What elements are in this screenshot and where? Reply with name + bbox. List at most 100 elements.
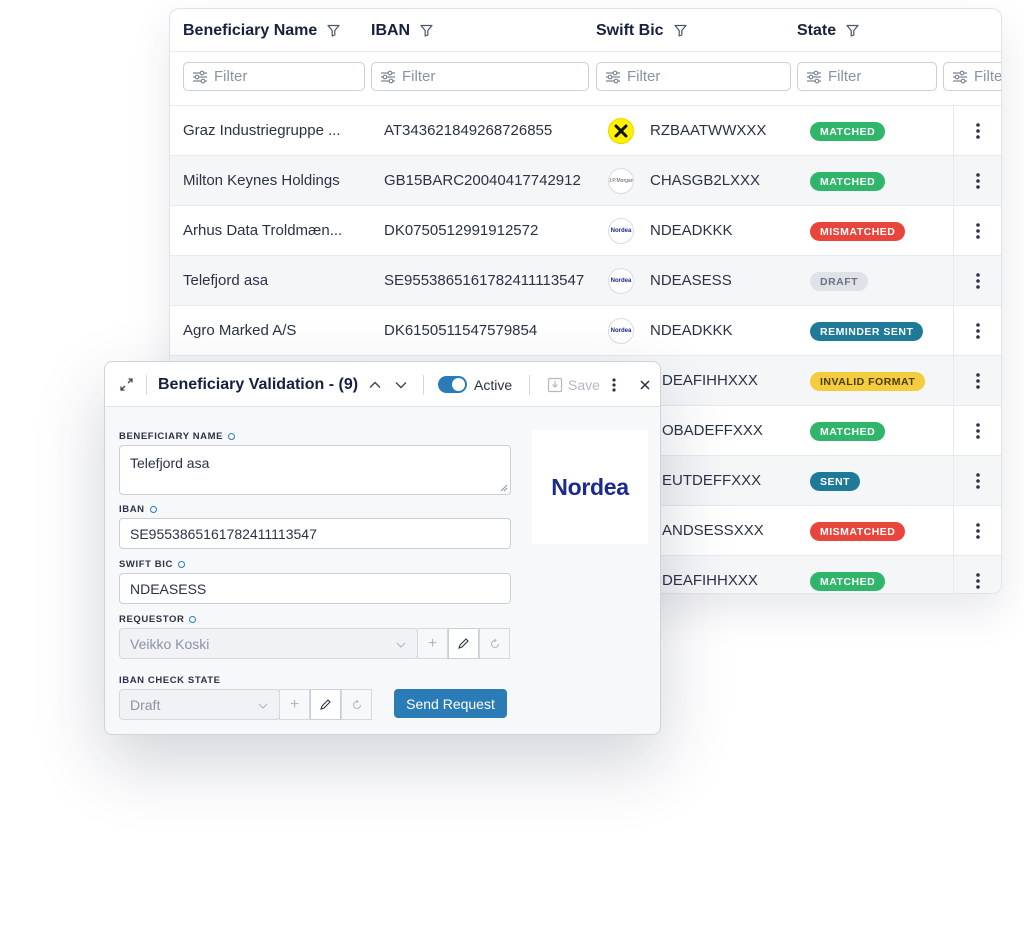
more-vertical-icon[interactable] — [975, 122, 981, 140]
row-actions-menu[interactable] — [953, 456, 1001, 505]
table-row[interactable]: Graz Industriegruppe ... AT34362184926872… — [170, 106, 1001, 156]
grid-filter-row: Filter Filter Filter Filter Filte — [170, 52, 1001, 106]
filter-funnel-icon[interactable] — [327, 24, 340, 37]
bank-logo-text: J.P.Morgan — [608, 178, 634, 184]
more-vertical-icon[interactable] — [975, 272, 981, 290]
iban-cell: SE9553865161782411113547 — [384, 272, 585, 289]
column-header-beneficiary-name[interactable]: Beneficiary Name — [183, 9, 340, 52]
bank-logo-panel: Nordea — [532, 430, 648, 544]
table-row[interactable]: Milton Keynes Holdings GB15BARC2004041774… — [170, 156, 1001, 206]
requestor-reset-button[interactable] — [479, 628, 510, 659]
requestor-label: REQUESTOR — [119, 614, 197, 625]
swift-bic-cell: NDEADKKK — [650, 222, 733, 239]
more-vertical-icon[interactable] — [975, 172, 981, 190]
more-vertical-icon[interactable] — [975, 422, 981, 440]
sliders-icon — [192, 70, 208, 84]
active-toggle[interactable] — [438, 362, 467, 407]
filter-funnel-icon[interactable] — [673, 24, 687, 37]
row-actions-menu[interactable] — [953, 156, 1001, 205]
status-badge: MISMATCHED — [810, 522, 906, 541]
filter-input-state[interactable]: Filter — [797, 62, 937, 91]
iban-cell: DK6150511547579854 — [384, 322, 538, 339]
requestor-add-button[interactable]: + — [417, 628, 448, 659]
more-vertical-icon[interactable] — [975, 222, 981, 240]
nordea-logo: Nordea — [608, 218, 634, 244]
sliders-icon — [605, 70, 621, 84]
requestor-select[interactable]: Veikko Koski — [119, 628, 418, 659]
expand-icon[interactable] — [119, 362, 134, 407]
iban-input[interactable]: SE9553865161782411113547 — [119, 518, 511, 549]
refresh-icon — [352, 699, 361, 709]
filter-input-swift-bic[interactable]: Filter — [596, 62, 791, 91]
chevron-down-icon[interactable] — [393, 362, 409, 407]
beneficiary-name-cell: Graz Industriegruppe ... — [183, 122, 341, 139]
chevron-up-icon[interactable] — [367, 362, 383, 407]
status-badge: REMINDER SENT — [810, 322, 924, 341]
required-indicator — [189, 616, 197, 623]
table-row[interactable]: Telefjord asa SE9553865161782411113547 Nor… — [170, 256, 1001, 306]
state-reset-button[interactable] — [341, 689, 372, 720]
save-button[interactable]: Save — [547, 362, 600, 407]
row-actions-menu[interactable] — [953, 106, 1001, 155]
send-request-button[interactable]: Send Request — [394, 689, 507, 718]
status-badge: MATCHED — [810, 422, 886, 441]
more-vertical-icon[interactable] — [975, 372, 981, 390]
more-vertical-icon[interactable] — [975, 522, 981, 540]
column-header-state[interactable]: State — [797, 9, 859, 52]
status-badge: DRAFT — [810, 272, 869, 291]
filter-input-extra[interactable]: Filte — [943, 62, 1001, 91]
sliders-icon — [806, 70, 822, 84]
pencil-icon — [458, 638, 469, 649]
plus-icon: + — [289, 695, 300, 713]
swift-bic-cell: CHASGB2LXXX — [650, 172, 761, 189]
header-divider — [529, 375, 530, 395]
swift-bic-cell: NDEASESS — [650, 272, 732, 289]
table-row[interactable]: Agro Marked A/S DK6150511547579854 Nordea N… — [170, 306, 1001, 356]
more-vertical-icon[interactable] — [975, 322, 981, 340]
header-divider — [146, 375, 147, 395]
nordea-logo: Nordea — [551, 473, 629, 500]
beneficiary-name-textarea[interactable]: Telefjord asa — [119, 445, 511, 495]
more-vertical-icon[interactable] — [975, 572, 981, 590]
state-edit-button[interactable] — [310, 689, 341, 720]
iban-check-state-select[interactable]: Draft — [119, 689, 280, 720]
swift-bic-cell: OBADEFFXXX — [662, 422, 763, 439]
bank-logo-text: Nordea — [610, 328, 632, 334]
header-divider — [423, 375, 424, 395]
chevron-down-icon — [258, 703, 268, 709]
swift-bic-cell: EUTDEFFXXX — [662, 472, 762, 489]
beneficiary-name-cell: Telefjord asa — [183, 272, 269, 289]
filter-funnel-icon[interactable] — [420, 24, 433, 37]
close-icon[interactable] — [639, 362, 651, 407]
column-header-iban[interactable]: IBAN — [371, 9, 433, 52]
row-actions-menu[interactable] — [953, 356, 1001, 405]
row-actions-menu[interactable] — [953, 306, 1001, 355]
nordea-logo: Nordea — [608, 318, 634, 344]
iban-cell: DK0750512991912572 — [384, 222, 539, 239]
pencil-icon — [320, 699, 331, 710]
row-actions-menu[interactable] — [953, 206, 1001, 255]
iban-cell: AT343621849268726855 — [384, 122, 553, 139]
row-actions-menu[interactable] — [953, 506, 1001, 555]
status-badge: MISMATCHED — [810, 222, 906, 241]
column-header-swift-bic[interactable]: Swift Bic — [596, 9, 687, 52]
chevron-down-icon — [396, 642, 406, 648]
requestor-edit-button[interactable] — [448, 628, 479, 659]
row-actions-menu[interactable] — [953, 556, 1001, 593]
resize-handle-icon[interactable] — [500, 484, 508, 492]
toggle-switch[interactable] — [438, 376, 467, 393]
more-vertical-icon[interactable] — [975, 472, 981, 490]
row-actions-menu[interactable] — [953, 406, 1001, 455]
filter-input-iban[interactable]: Filter — [371, 62, 589, 91]
table-row[interactable]: Arhus Data Troldmæn... DK0750512991912572… — [170, 206, 1001, 256]
filter-input-beneficiary-name[interactable]: Filter — [183, 62, 365, 91]
filter-funnel-icon[interactable] — [846, 24, 859, 37]
state-add-button[interactable]: + — [279, 689, 310, 720]
beneficiary-name-cell: Milton Keynes Holdings — [183, 172, 340, 189]
beneficiary-name-label: BENEFICIARY NAME — [119, 431, 236, 442]
row-actions-menu[interactable] — [953, 256, 1001, 305]
swift-bic-cell: DEAFIHHXXX — [662, 572, 758, 589]
swift-bic-input[interactable]: NDEASESS — [119, 573, 511, 604]
swift-bic-cell: DEAFIHHXXX — [662, 372, 758, 389]
more-menu-icon[interactable] — [611, 362, 617, 407]
